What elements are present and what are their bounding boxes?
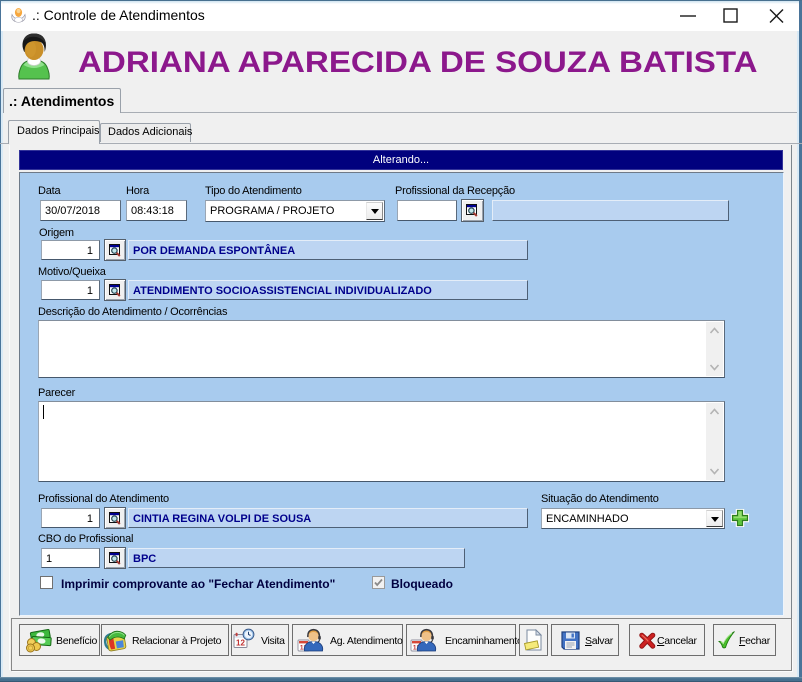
svg-text:12: 12 xyxy=(236,639,245,648)
